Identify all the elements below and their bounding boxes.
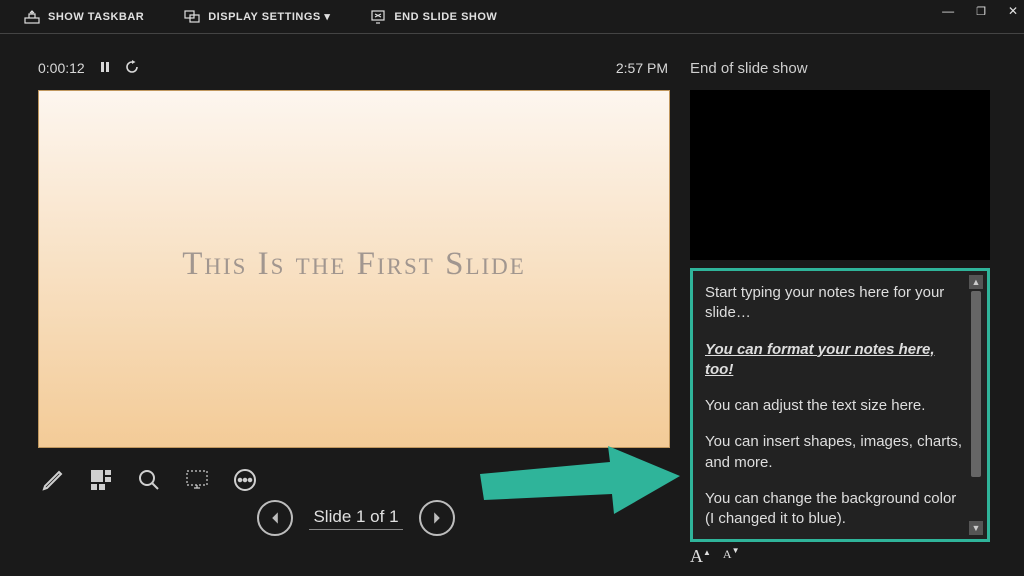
scroll-up-icon[interactable]: ▲ [969,275,983,289]
top-toolbar: SHOW TASKBAR DISPLAY SETTINGS ▾ END SLID… [0,0,1024,34]
notes-line: You can adjust the text size here. [705,396,963,416]
next-slide-label: End of slide show [690,52,1006,84]
next-slide-preview[interactable] [690,90,990,260]
notes-scrollbar[interactable]: ▲ ▼ [969,275,983,535]
end-slide-show-label: END SLIDE SHOW [394,11,497,23]
next-slide-button[interactable] [419,500,455,536]
show-taskbar-button[interactable]: SHOW TASKBAR [24,9,144,25]
notes-line-formatted: You can format your notes here, too! [705,340,963,381]
scroll-down-icon[interactable]: ▼ [969,521,983,535]
current-slide-preview[interactable]: This Is the First Slide [38,90,670,448]
notes-font-tools: A▲ A▼ [690,546,1006,567]
show-taskbar-icon [24,9,40,25]
end-slide-show-button[interactable]: END SLIDE SHOW [370,9,497,25]
prev-slide-icon [268,511,282,525]
font-increase-icon: ▲ [703,548,711,557]
notes-line: You can change the background color (I c… [705,489,963,530]
minimize-icon[interactable]: — [942,4,954,18]
slide-title: This Is the First Slide [39,246,669,283]
next-slide-icon [430,511,444,525]
more-options-icon [233,468,257,492]
slide-tools [38,464,674,496]
display-settings-label: DISPLAY SETTINGS ▾ [208,10,330,23]
timer: 0:00:12 [38,60,85,76]
restart-button[interactable] [125,60,139,77]
pause-button[interactable] [99,60,111,76]
more-options-button[interactable] [230,465,260,495]
black-screen-button[interactable] [182,465,212,495]
display-settings-icon [184,9,200,25]
pen-icon [41,468,65,492]
zoom-button[interactable] [134,465,164,495]
restart-icon [125,60,139,74]
notes-content: Start typing your notes here for your sl… [705,283,963,529]
restore-icon[interactable]: ❐ [976,5,986,18]
see-all-slides-button[interactable] [86,465,116,495]
notes-line: You can insert shapes, images, charts, a… [705,432,963,473]
show-taskbar-label: SHOW TASKBAR [48,11,144,23]
pen-tool-button[interactable] [38,465,68,495]
end-slide-show-icon [370,9,386,25]
slide-nav: Slide 1 of 1 [38,500,674,536]
prev-slide-button[interactable] [257,500,293,536]
zoom-icon [137,468,161,492]
clock: 2:57 PM [616,60,674,76]
notes-panel[interactable]: Start typing your notes here for your sl… [690,268,990,542]
notes-line: Start typing your notes here for your sl… [705,283,963,324]
black-screen-icon [185,468,209,492]
timer-row: 0:00:12 2:57 PM [38,52,674,84]
font-decrease-icon: ▼ [732,546,740,555]
scroll-thumb[interactable] [971,291,981,477]
display-settings-button[interactable]: DISPLAY SETTINGS ▾ [184,9,330,25]
close-icon[interactable]: ✕ [1008,4,1018,18]
slide-indicator: Slide 1 of 1 [309,507,402,530]
font-decrease-button[interactable]: A▼ [723,546,740,567]
pause-icon [99,61,111,73]
see-all-slides-icon [89,468,113,492]
window-controls: — ❐ ✕ [942,4,1018,18]
font-increase-button[interactable]: A▲ [690,546,711,567]
